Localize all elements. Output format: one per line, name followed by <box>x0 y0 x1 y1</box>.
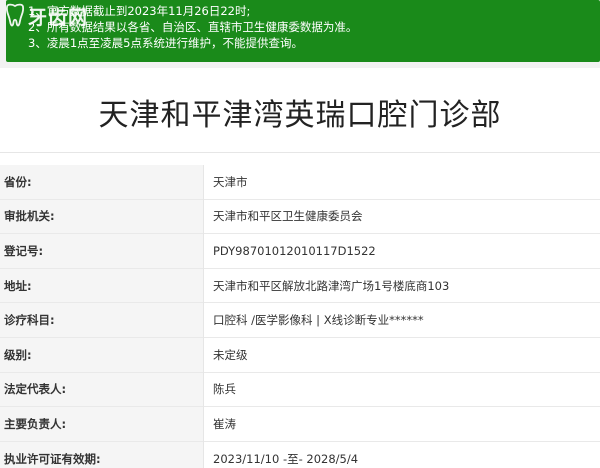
logo-text: 牙齿网 <box>28 6 89 29</box>
field-label: 审批机关: <box>0 199 203 234</box>
table-row-registration: 登记号: PDY98701012010117D1522 <box>0 234 600 269</box>
field-value: 2023/11/10 -至- 2028/5/4 <box>213 451 359 466</box>
table-row-authority: 审批机关: 天津市和平区卫生健康委员会 <box>0 199 600 235</box>
table-row-address: 地址: 天津市和平区解放北路津湾广场1号楼底商103 <box>0 268 600 304</box>
table-row-license-validity: 执业许可证有效期: 2023/11/10 -至- 2028/5/4 <box>0 441 600 468</box>
notice-banner: 1、官方数据截止到2023年11月26日22时; 2、所有数据结果以各省、自治区… <box>6 0 600 62</box>
field-value: 未定级 <box>213 347 248 362</box>
title-divider <box>0 152 600 153</box>
clinic-info-card: 天津和平津湾英瑞口腔门诊部 省份: 天津市 审批机关: 天津市和平区卫生健康委员… <box>0 68 600 468</box>
field-value: PDY98701012010117D1522 <box>213 243 376 258</box>
field-label: 法定代表人: <box>0 372 203 407</box>
notice-line-1: 1、官方数据截止到2023年11月26日22时; <box>28 4 251 18</box>
field-value: 天津市和平区解放北路津湾广场1号楼底商103 <box>213 278 450 293</box>
table-row-principal: 主要负责人: 崔涛 <box>0 407 600 442</box>
site-logo[interactable]: 牙齿网 <box>4 2 88 30</box>
notice-line-3: 3、凌晨1点至凌晨5点系统进行维护，不能提供查询。 <box>28 36 303 50</box>
field-label: 诊疗科目: <box>0 303 203 337</box>
field-value: 天津市和平区卫生健康委员会 <box>213 209 363 224</box>
page-title: 天津和平津湾英瑞口腔门诊部 <box>98 98 502 133</box>
field-value: 口腔科 /医学影像科 | X线诊断专业****** <box>213 313 424 328</box>
field-label: 省份: <box>0 165 203 199</box>
table-row-legal-rep: 法定代表人: 陈兵 <box>0 372 600 408</box>
table-row-departments: 诊疗科目: 口腔科 /医学影像科 | X线诊断专业****** <box>0 303 600 338</box>
table-row-province: 省份: 天津市 <box>0 165 600 200</box>
notice-line-2: 2、所有数据结果以各省、自治区、直辖市卫生健康委数据为准。 <box>28 20 358 34</box>
field-label: 登记号: <box>0 234 203 268</box>
field-value: 崔涛 <box>213 416 236 431</box>
column-divider <box>203 165 204 468</box>
field-label: 级别: <box>0 337 203 372</box>
tooth-logo-icon <box>5 3 25 27</box>
info-table: 省份: 天津市 审批机关: 天津市和平区卫生健康委员会 登记号: PDY9870… <box>0 165 600 468</box>
field-value: 陈兵 <box>213 382 236 397</box>
field-label: 主要负责人: <box>0 407 203 441</box>
field-label: 地址: <box>0 268 203 303</box>
table-row-level: 级别: 未定级 <box>0 337 600 373</box>
field-label: 执业许可证有效期: <box>0 441 203 468</box>
field-value: 天津市 <box>213 174 248 189</box>
